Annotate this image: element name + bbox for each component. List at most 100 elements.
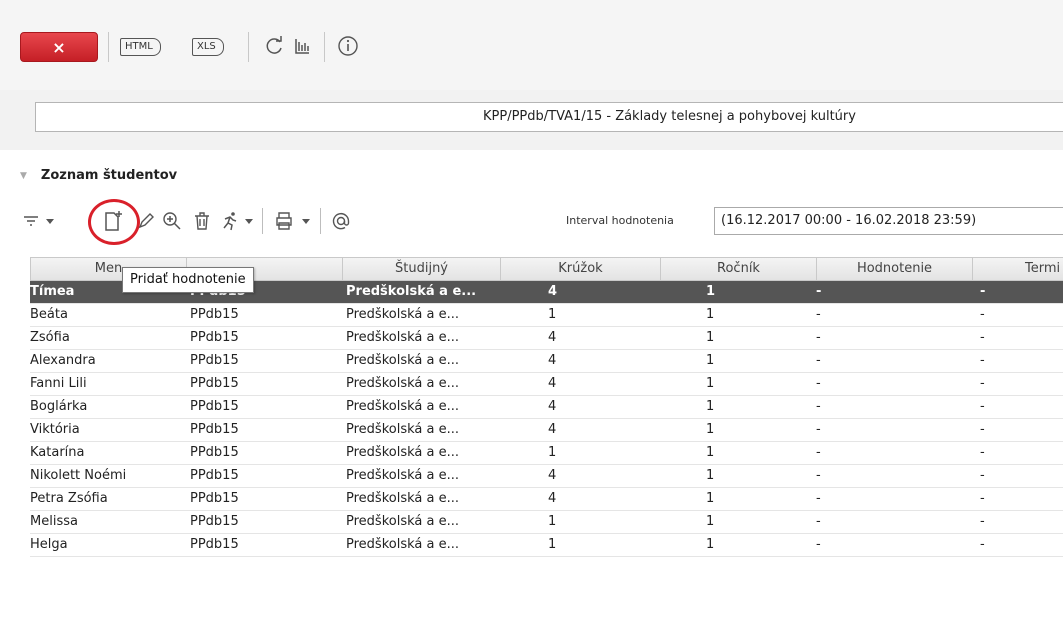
table-row[interactable]: Melissa PPdb15 Predškolská a e... 1 1 - - bbox=[30, 511, 1063, 534]
table-row[interactable]: Petra Zsófia PPdb15 Predškolská a e... 4 1 - - bbox=[30, 488, 1063, 511]
table-cell-hodnotenie: - bbox=[816, 284, 822, 299]
table-cell-program: Predškolská a e... bbox=[346, 399, 459, 414]
table-row[interactable]: Katarína PPdb15 Predškolská a e... 1 1 - - bbox=[30, 442, 1063, 465]
export-html-button[interactable]: HTML bbox=[120, 38, 161, 56]
table-cell-program: Predškolská a e... bbox=[346, 491, 459, 506]
collapse-triangle-icon[interactable]: ▼ bbox=[20, 171, 27, 181]
table-cell-name: Tímea bbox=[30, 284, 75, 299]
table-cell-group: PPdb15 bbox=[190, 537, 239, 552]
table-cell-kruzok: 4 bbox=[548, 468, 557, 483]
info-icon[interactable] bbox=[336, 34, 360, 58]
table-cell-termin: - bbox=[980, 353, 985, 368]
email-at-icon[interactable] bbox=[328, 208, 354, 234]
table-cell-termin: - bbox=[980, 399, 985, 414]
table-cell-termin: - bbox=[980, 537, 985, 552]
table-cell-name: Viktória bbox=[30, 422, 80, 437]
table-cell-kruzok: 1 bbox=[548, 445, 557, 460]
course-title: KPP/PPdb/TVA1/15 - Základy telesnej a po… bbox=[483, 109, 856, 124]
table-cell-kruzok: 1 bbox=[548, 307, 557, 322]
close-button[interactable]: × bbox=[20, 32, 98, 62]
table-cell-hodnotenie: - bbox=[816, 537, 821, 552]
table-cell-name: Zsófia bbox=[30, 330, 70, 345]
table-cell-hodnotenie: - bbox=[816, 422, 821, 437]
table-cell-program: Predškolská a e... bbox=[346, 514, 459, 529]
edit-pencil-icon[interactable] bbox=[134, 208, 158, 234]
table-cell-group: PPdb15 bbox=[190, 514, 239, 529]
table-cell-kruzok: 1 bbox=[548, 514, 557, 529]
table-cell-group: PPdb15 bbox=[190, 330, 239, 345]
interval-field[interactable]: (16.12.2017 00:00 - 16.02.2018 23:59) bbox=[714, 207, 1063, 235]
table-cell-rocnik: 1 bbox=[706, 307, 715, 322]
table-cell-group: PPdb15 bbox=[190, 468, 239, 483]
table-row[interactable]: Viktória PPdb15 Predškolská a e... 4 1 - - bbox=[30, 419, 1063, 442]
table-cell-rocnik: 1 bbox=[706, 468, 715, 483]
toolbar-separator bbox=[262, 208, 263, 234]
table-cell-rocnik: 1 bbox=[706, 376, 715, 391]
highlight-circle bbox=[88, 199, 140, 245]
table-cell-name: Helga bbox=[30, 537, 68, 552]
table-cell-group: PPdb15 bbox=[190, 445, 239, 460]
zoom-in-icon[interactable] bbox=[160, 208, 184, 234]
structure-icon[interactable] bbox=[290, 34, 314, 58]
table-body: Tímea PPdb15 Predškolská a e... 4 1 - - Beáta PP… bbox=[30, 281, 1063, 557]
table-cell-group: PPdb15 bbox=[190, 376, 239, 391]
table-cell-kruzok: 4 bbox=[548, 353, 557, 368]
filter-dropdown-icon[interactable] bbox=[46, 219, 54, 224]
column-header-kruzok[interactable]: Krúžok bbox=[501, 258, 661, 280]
table-cell-hodnotenie: - bbox=[816, 514, 821, 529]
table-cell-program: Predškolská a e... bbox=[346, 376, 459, 391]
table-row[interactable]: Zsófia PPdb15 Predškolská a e... 4 1 - - bbox=[30, 327, 1063, 350]
table-cell-name: Alexandra bbox=[30, 353, 96, 368]
table-cell-group: PPdb15 bbox=[190, 422, 239, 437]
table-cell-hodnotenie: - bbox=[816, 445, 821, 460]
print-icon[interactable] bbox=[272, 208, 296, 234]
table-cell-program: Predškolská a e... bbox=[346, 353, 459, 368]
table-row[interactable]: Fanni Lili PPdb15 Predškolská a e... 4 1 - - bbox=[30, 373, 1063, 396]
section-header[interactable]: ▼ Zoznam študentov bbox=[20, 168, 177, 183]
close-icon: × bbox=[52, 37, 66, 57]
table-cell-kruzok: 4 bbox=[548, 376, 557, 391]
table-cell-hodnotenie: - bbox=[816, 376, 821, 391]
table-row[interactable]: Helga PPdb15 Predškolská a e... 1 1 - - bbox=[30, 534, 1063, 557]
table-cell-program: Predškolská a e... bbox=[346, 284, 477, 299]
table-row[interactable]: Nikolett Noémi PPdb15 Predškolská a e... 4 1… bbox=[30, 465, 1063, 488]
table-cell-rocnik: 1 bbox=[706, 514, 715, 529]
table-cell-hodnotenie: - bbox=[816, 330, 821, 345]
top-toolbar: × HTML XLS bbox=[0, 0, 1063, 90]
toolbar-separator bbox=[324, 32, 325, 62]
column-header-hodnotenie[interactable]: Hodnotenie bbox=[817, 258, 973, 280]
table-cell-kruzok: 1 bbox=[548, 537, 557, 552]
table-row[interactable]: Beáta PPdb15 Predškolská a e... 1 1 - - bbox=[30, 304, 1063, 327]
toolbar-separator bbox=[248, 32, 249, 62]
runner-icon[interactable] bbox=[218, 208, 242, 234]
table-cell-hodnotenie: - bbox=[816, 353, 821, 368]
table-row[interactable]: Boglárka PPdb15 Predškolská a e... 4 1 - - bbox=[30, 396, 1063, 419]
column-header-termin[interactable]: Termi bbox=[973, 258, 1063, 280]
table-cell-program: Predškolská a e... bbox=[346, 330, 459, 345]
table-cell-termin: - bbox=[980, 445, 985, 460]
column-header-program[interactable]: Študijný bbox=[343, 258, 501, 280]
filter-icon[interactable] bbox=[20, 208, 42, 234]
print-dropdown-icon[interactable] bbox=[302, 219, 310, 224]
table-cell-rocnik: 1 bbox=[706, 284, 716, 299]
table-cell-program: Predškolská a e... bbox=[346, 468, 459, 483]
table-cell-group: PPdb15 bbox=[190, 491, 239, 506]
delete-icon[interactable] bbox=[190, 208, 214, 234]
table-row[interactable]: Alexandra PPdb15 Predškolská a e... 4 1 - - bbox=[30, 350, 1063, 373]
table-cell-name: Katarína bbox=[30, 445, 85, 460]
table-cell-rocnik: 1 bbox=[706, 353, 715, 368]
table-cell-termin: - bbox=[980, 422, 985, 437]
table-cell-hodnotenie: - bbox=[816, 468, 821, 483]
table-cell-name: Fanni Lili bbox=[30, 376, 87, 391]
table-cell-rocnik: 1 bbox=[706, 399, 715, 414]
table-cell-rocnik: 1 bbox=[706, 537, 715, 552]
runner-dropdown-icon[interactable] bbox=[245, 219, 253, 224]
table-cell-name: Petra Zsófia bbox=[30, 491, 108, 506]
column-header-rocnik[interactable]: Ročník bbox=[661, 258, 817, 280]
export-xls-button[interactable]: XLS bbox=[192, 38, 224, 56]
table-cell-name: Beáta bbox=[30, 307, 68, 322]
refresh-icon[interactable] bbox=[262, 34, 286, 58]
interval-label: Interval hodnotenia bbox=[566, 214, 674, 227]
section-title: Zoznam študentov bbox=[40, 168, 178, 183]
table-cell-termin: - bbox=[980, 491, 985, 506]
